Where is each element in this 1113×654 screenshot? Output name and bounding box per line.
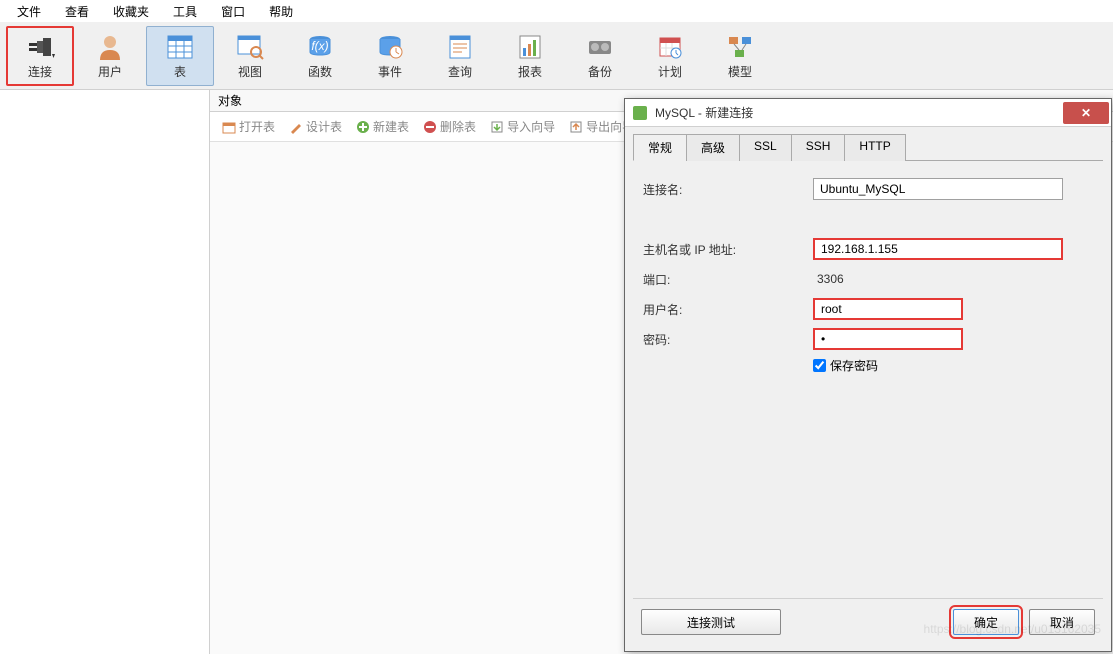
user-icon (94, 33, 126, 61)
open-table-button[interactable]: 打开表 (216, 116, 281, 137)
delete-table-button[interactable]: 删除表 (417, 116, 482, 137)
port-label: 端口: (643, 271, 813, 288)
new-connection-dialog: MySQL - 新建连接 ✕ 常规 高级 SSL SSH HTTP 连接名: 主… (624, 98, 1112, 652)
export-icon (569, 120, 583, 134)
tab-advanced[interactable]: 高级 (686, 134, 740, 161)
menu-window[interactable]: 窗口 (209, 1, 257, 22)
mysql-icon (631, 104, 649, 122)
password-label: 密码: (643, 331, 813, 348)
plug-icon (24, 33, 56, 61)
host-input[interactable] (813, 238, 1063, 260)
import-wizard-button[interactable]: 导入向导 (484, 116, 561, 137)
object-label: 对象 (218, 92, 242, 109)
view-icon (234, 33, 266, 61)
model-label: 模型 (728, 63, 752, 80)
report-icon (514, 33, 546, 61)
event-button[interactable]: 事件 (356, 26, 424, 86)
schedule-button[interactable]: 计划 (636, 26, 704, 86)
table-button[interactable]: 表 (146, 26, 214, 86)
view-button[interactable]: 视图 (216, 26, 284, 86)
new-table-button[interactable]: 新建表 (350, 116, 415, 137)
open-icon (222, 120, 236, 134)
tab-ssh[interactable]: SSH (791, 134, 846, 161)
tab-general[interactable]: 常规 (633, 134, 687, 161)
sidebar (0, 90, 210, 654)
schedule-label: 计划 (658, 63, 682, 80)
report-button[interactable]: 报表 (496, 26, 564, 86)
menu-favorites[interactable]: 收藏夹 (101, 1, 161, 22)
menu-file[interactable]: 文件 (5, 1, 53, 22)
menu-tools[interactable]: 工具 (161, 1, 209, 22)
user-label: 用户 (98, 63, 122, 80)
connection-name-label: 连接名: (643, 181, 813, 198)
dialog-body: 常规 高级 SSL SSH HTTP 连接名: 主机名或 IP 地址: 端口: … (625, 127, 1111, 651)
save-password-checkbox[interactable] (813, 359, 826, 372)
username-label: 用户名: (643, 301, 813, 318)
model-button[interactable]: 模型 (706, 26, 774, 86)
schedule-icon (654, 33, 686, 61)
test-connection-button[interactable]: 连接测试 (641, 609, 781, 635)
menu-view[interactable]: 查看 (53, 1, 101, 22)
close-icon: ✕ (1081, 106, 1091, 120)
main-toolbar: 连接 用户 表 视图 f(x) 函数 事件 查询 (0, 22, 1113, 90)
import-icon (490, 120, 504, 134)
function-button[interactable]: f(x) 函数 (286, 26, 354, 86)
port-value[interactable]: 3306 (813, 272, 844, 286)
connect-button[interactable]: 连接 (6, 26, 74, 86)
backup-label: 备份 (588, 63, 612, 80)
close-button[interactable]: ✕ (1063, 102, 1109, 124)
plus-icon (356, 120, 370, 134)
table-icon (164, 33, 196, 61)
model-icon (724, 33, 756, 61)
menu-bar: 文件 查看 收藏夹 工具 窗口 帮助 (0, 0, 1113, 22)
report-label: 报表 (518, 63, 542, 80)
tab-http[interactable]: HTTP (844, 134, 905, 161)
connection-name-input[interactable] (813, 178, 1063, 200)
host-label: 主机名或 IP 地址: (643, 241, 813, 258)
connect-label: 连接 (28, 63, 52, 80)
query-icon (444, 33, 476, 61)
query-label: 查询 (448, 63, 472, 80)
user-button[interactable]: 用户 (76, 26, 144, 86)
function-label: 函数 (308, 63, 332, 80)
dialog-tabs: 常规 高级 SSL SSH HTTP (633, 133, 1103, 161)
event-icon (374, 33, 406, 61)
dialog-title: MySQL - 新建连接 (655, 104, 1063, 121)
design-table-button[interactable]: 设计表 (283, 116, 348, 137)
dialog-titlebar[interactable]: MySQL - 新建连接 ✕ (625, 99, 1111, 127)
svg-text:f(x): f(x) (311, 39, 328, 53)
menu-help[interactable]: 帮助 (257, 1, 305, 22)
tab-ssl[interactable]: SSL (739, 134, 792, 161)
function-icon: f(x) (304, 33, 336, 61)
view-label: 视图 (238, 63, 262, 80)
connection-form: 连接名: 主机名或 IP 地址: 端口: 3306 用户名: 密码: (633, 173, 1103, 598)
minus-icon (423, 120, 437, 134)
save-password-label: 保存密码 (830, 357, 878, 374)
username-input[interactable] (813, 298, 963, 320)
watermark: https://blog.csdn.net/u013162035 (924, 622, 1101, 636)
table-label: 表 (174, 63, 186, 80)
backup-button[interactable]: 备份 (566, 26, 634, 86)
backup-icon (584, 33, 616, 61)
query-button[interactable]: 查询 (426, 26, 494, 86)
design-icon (289, 120, 303, 134)
event-label: 事件 (378, 63, 402, 80)
password-input[interactable] (813, 328, 963, 350)
